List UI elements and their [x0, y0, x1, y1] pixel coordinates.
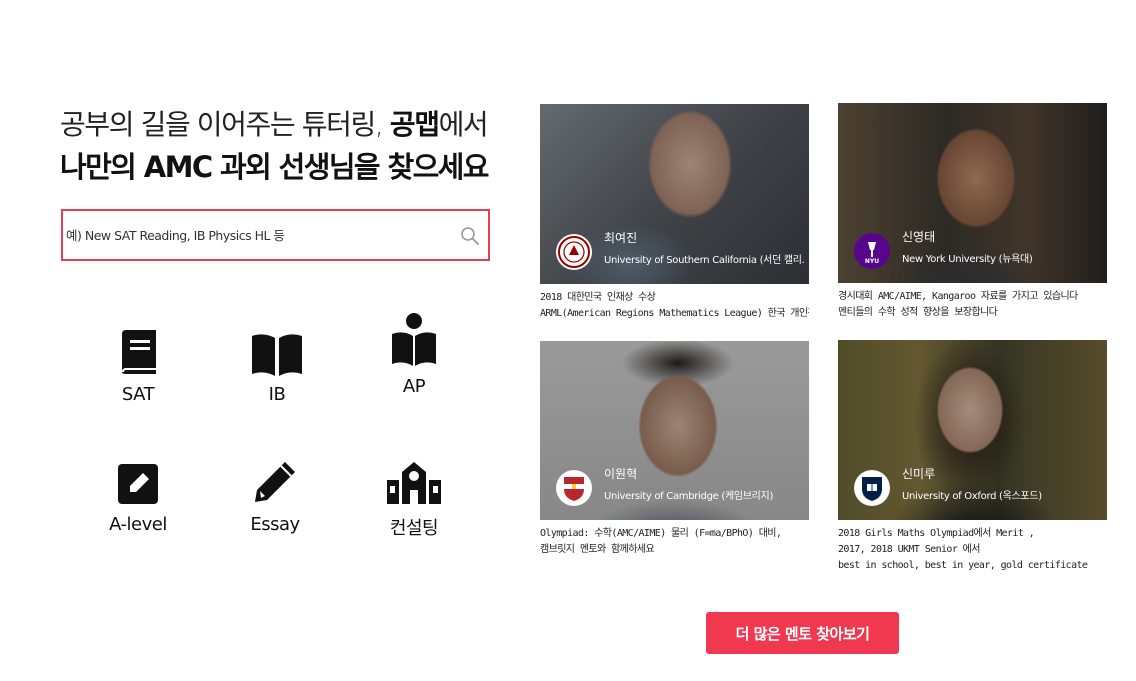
category-sat[interactable]: SAT [78, 318, 198, 405]
mentor-name: 신영태 [902, 230, 936, 244]
mentor-description: 2018 대한민국 인재상 수상 ARML(American Regions M… [540, 290, 809, 322]
mentor-description: Olympiad: 수학(AMC/AIME) 물리 (F=ma/BPhO) 대비… [540, 526, 809, 558]
category-label: AP [402, 376, 426, 397]
headline-line1: 공부의 길을 이어주는 튜터링, 공맵에서 [60, 106, 520, 144]
search-input[interactable] [66, 224, 456, 246]
desc-line: best in school, best in year, gold certi… [838, 560, 1088, 571]
search-icon[interactable] [460, 226, 480, 246]
category-label: SAT [121, 384, 155, 405]
desc-line: 2017, 2018 UKMT Senior 에서 [838, 544, 980, 555]
desc-line: 2018 Girls Maths Olympiad에서 Merit , [838, 528, 1035, 539]
mentor-university: University of Southern California (서던 캘리… [604, 255, 804, 266]
mentor-card[interactable]: NYU 신영태 New York University (뉴욕대) 경시대회 A… [838, 103, 1107, 321]
school-icon [354, 448, 474, 506]
mentor-university: University of Cambridge (케임브리지) [604, 491, 774, 502]
mentor-photo[interactable]: NYU 신영태 New York University (뉴욕대) [838, 103, 1107, 283]
mentor-name: 신미루 [902, 467, 936, 481]
mentor-name: 이원혁 [604, 467, 638, 481]
mentor-university: University of Oxford (옥스포드) [902, 491, 1042, 502]
category-ib[interactable]: IB [217, 318, 337, 405]
mentor-card[interactable]: 이원혁 University of Cambridge (케임브리지) Olym… [540, 341, 809, 558]
headline-line2: 나만의 AMC 과외 선생님을 찾으세요 [60, 150, 489, 184]
mentor-name: 최여진 [604, 231, 638, 245]
usc-seal-icon [556, 234, 592, 270]
mentor-photo[interactable]: 신미루 University of Oxford (옥스포드) [838, 340, 1107, 520]
desc-line: ARML(American Regions Mathematics League… [540, 308, 809, 319]
desc-line: Olympiad: 수학(AMC/AIME) 물리 (F=ma/BPhO) 대비… [540, 528, 782, 539]
mentor-description: 경시대회 AMC/AIME, Kangaroo 자료를 가지고 있습니다 멘티들… [838, 289, 1107, 321]
svg-text:NYU: NYU [865, 258, 879, 264]
category-label: 컨설팅 [389, 518, 439, 539]
mentor-card[interactable]: 최여진 University of Southern California (서… [540, 104, 809, 322]
more-mentors-button[interactable]: 더 많은 멘토 찾아보기 [706, 612, 899, 654]
open-book-icon [217, 318, 337, 376]
headline-suffix: 에서 [438, 108, 489, 141]
oxford-crest-icon [854, 470, 890, 506]
category-consulting[interactable]: 컨설팅 [354, 448, 474, 540]
desc-line: 멘티들의 수학 성적 향상을 보장합니다 [838, 307, 998, 318]
mentor-card[interactable]: 신미루 University of Oxford (옥스포드) 2018 Gir… [838, 340, 1107, 574]
desc-line: 2018 대한민국 인재상 수상 [540, 292, 656, 303]
book-icon [78, 318, 198, 376]
brand-name: 공맵 [389, 108, 440, 141]
headline-prefix: 공부의 길을 이어주는 튜터링, [60, 108, 390, 141]
desc-line: 캠브릿지 멘토와 함께하세요 [540, 544, 655, 555]
category-a-level[interactable]: A-level [78, 448, 198, 535]
pencil-icon [215, 448, 335, 506]
pencil-square-icon [78, 448, 198, 506]
cambridge-crest-icon [556, 470, 592, 506]
mentor-photo[interactable]: 이원혁 University of Cambridge (케임브리지) [540, 341, 809, 520]
desc-line: 경시대회 AMC/AIME, Kangaroo 자료를 가지고 있습니다 [838, 291, 1078, 302]
nyu-torch-icon: NYU [854, 233, 890, 269]
category-ap[interactable]: AP [354, 310, 474, 397]
hero-headline: 공부의 길을 이어주는 튜터링, 공맵에서 나만의 AMC 과외 선생님을 찾으… [60, 106, 520, 188]
category-label: Essay [250, 514, 300, 535]
mentor-photo[interactable]: 최여진 University of Southern California (서… [540, 104, 809, 284]
category-label: IB [268, 384, 286, 405]
category-essay[interactable]: Essay [215, 448, 335, 535]
mentor-university: New York University (뉴욕대) [902, 254, 1033, 265]
search-box [61, 209, 490, 261]
mentor-description: 2018 Girls Maths Olympiad에서 Merit , 2017… [838, 526, 1107, 574]
category-label: A-level [109, 514, 167, 535]
reader-icon [354, 310, 474, 368]
